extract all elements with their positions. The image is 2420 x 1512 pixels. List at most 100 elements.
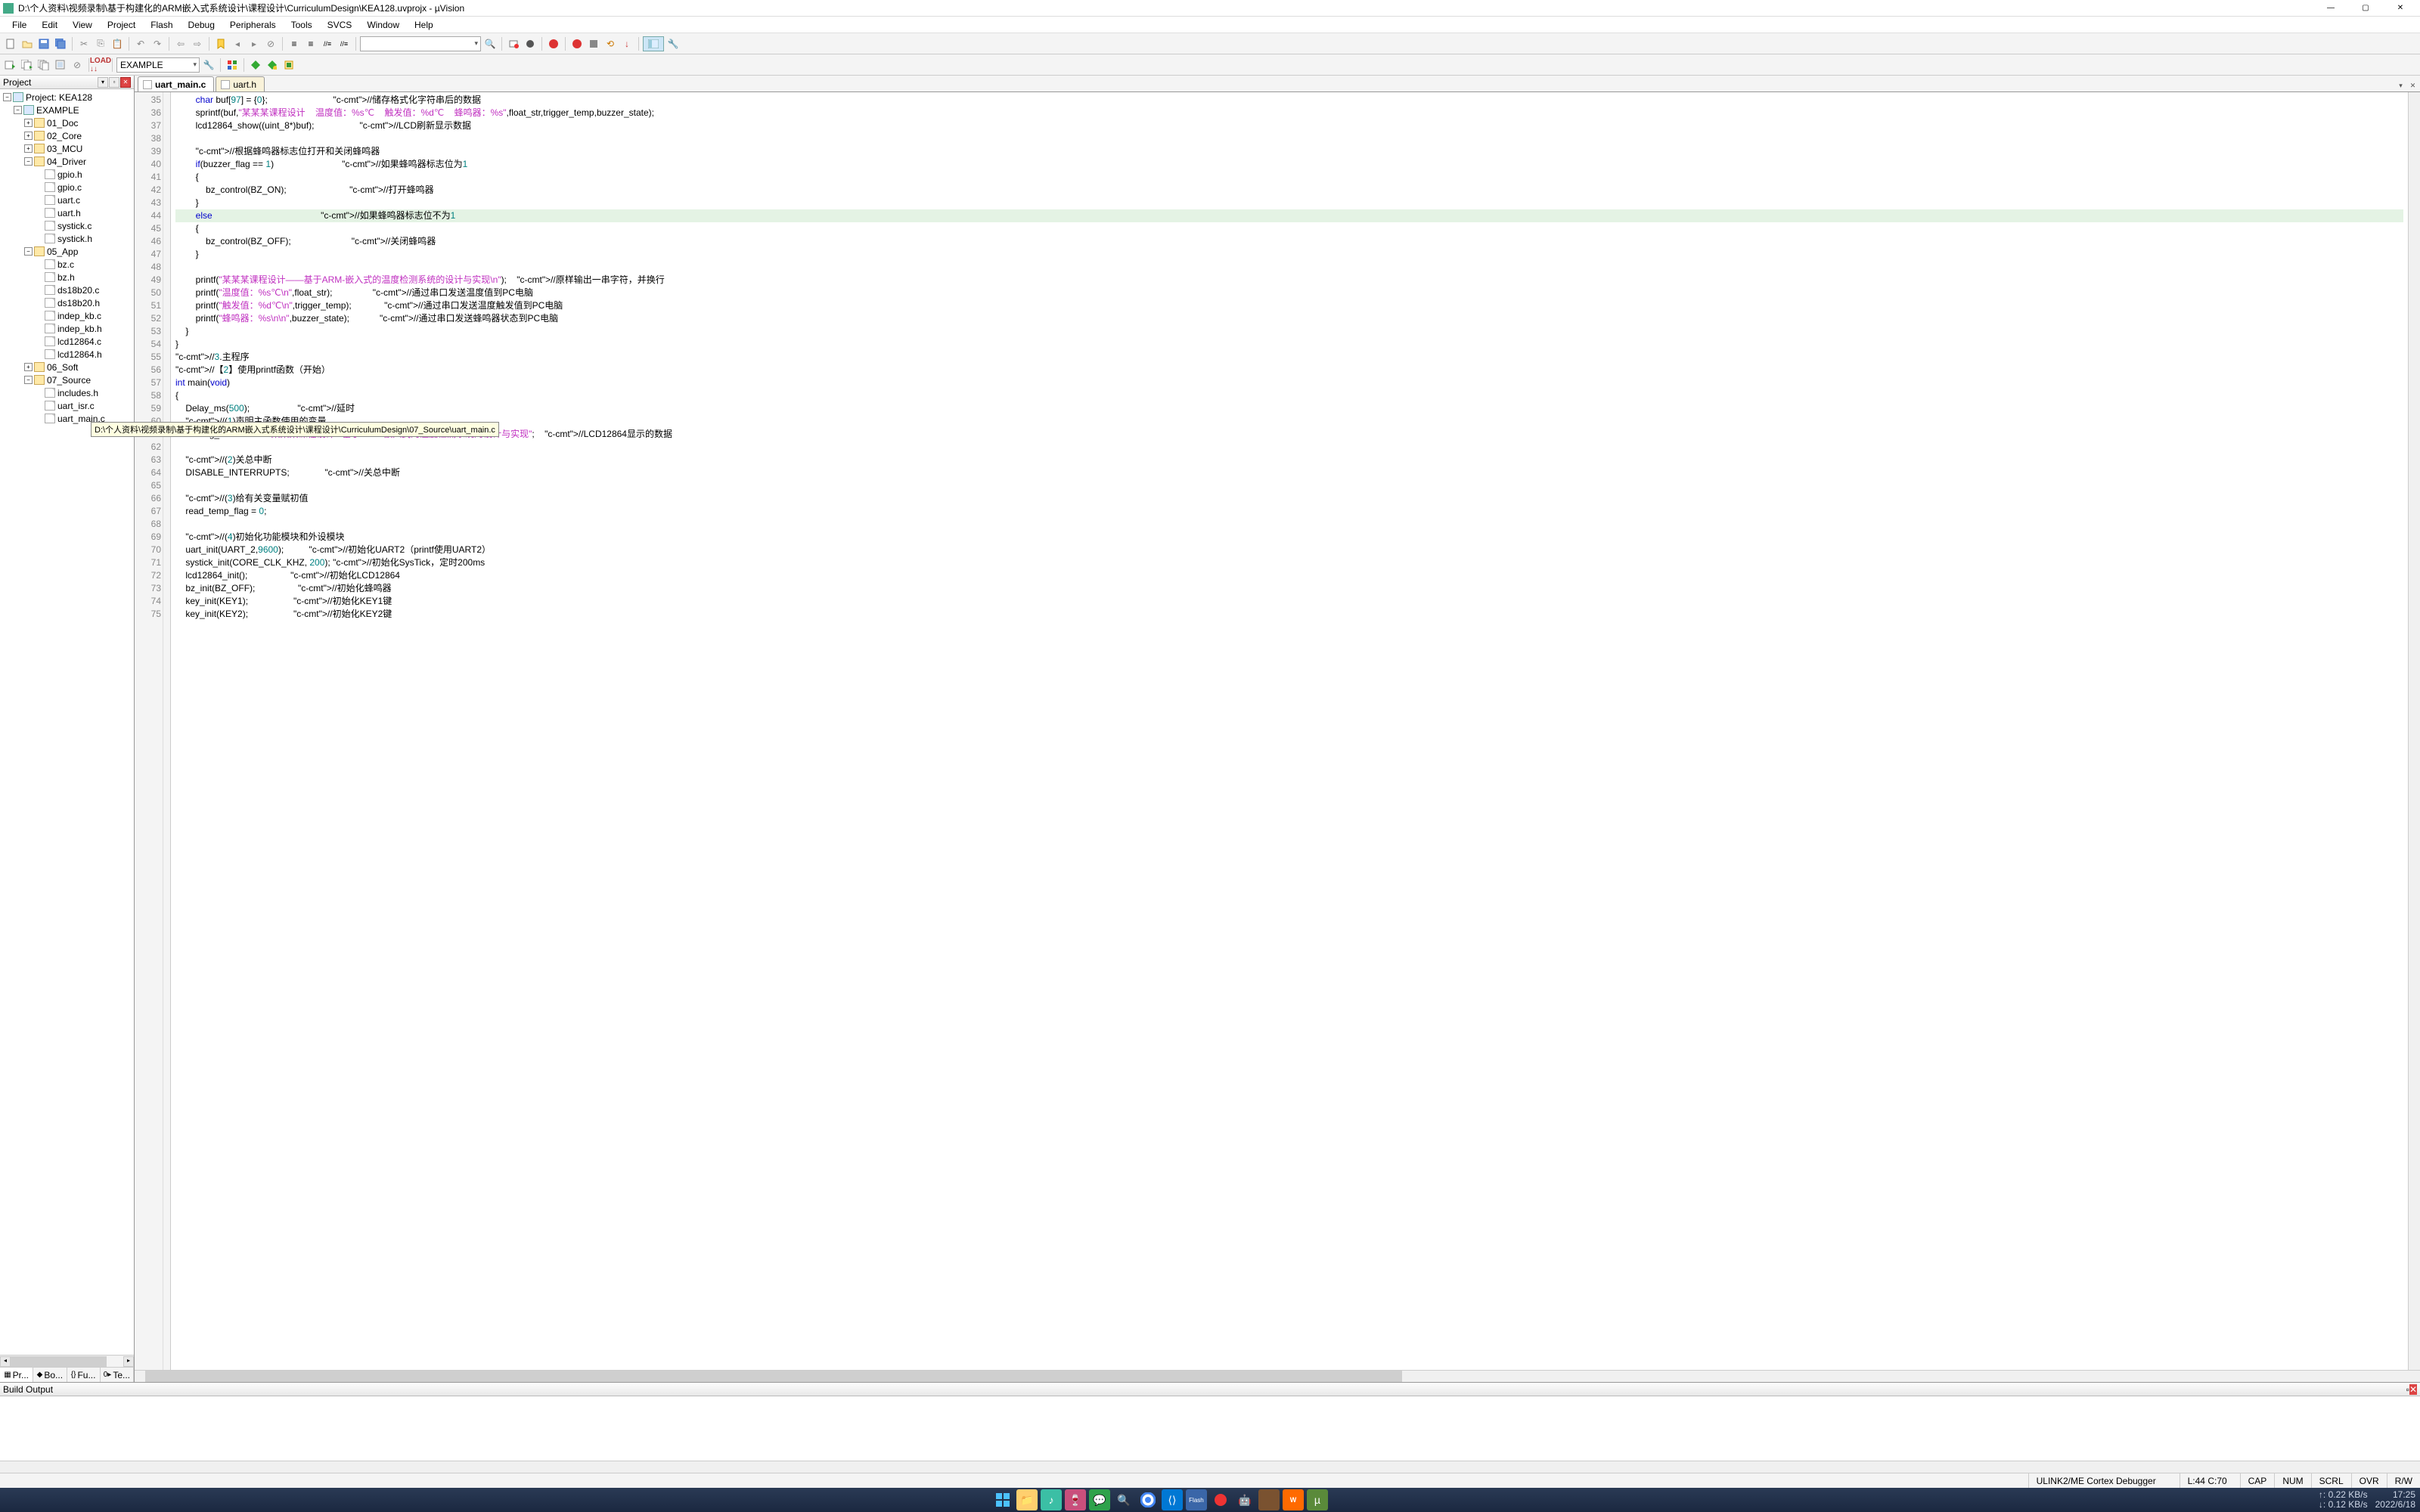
tree-folder-03_MCU[interactable]: +03_MCU — [0, 142, 134, 155]
code-line[interactable] — [175, 518, 2403, 531]
editor-vscrollbar[interactable] — [2408, 92, 2420, 1370]
tree-file-indep_kb-h[interactable]: indep_kb.h — [0, 322, 134, 335]
expand-toggle[interactable]: − — [24, 376, 33, 384]
code-line[interactable]: "c-cmt">//(4)初始化功能模块和外设模块 — [175, 531, 2403, 544]
tree-target[interactable]: −EXAMPLE — [0, 104, 134, 116]
pack-installer-button[interactable] — [281, 57, 296, 73]
code-line[interactable] — [175, 441, 2403, 454]
code-line[interactable]: read_temp_flag = 0; — [175, 505, 2403, 518]
search-combo[interactable] — [360, 36, 481, 51]
select-pack-button[interactable] — [265, 57, 280, 73]
tree-file-includes-h[interactable]: includes.h — [0, 386, 134, 399]
bookmark-prev-button[interactable]: ◂ — [230, 36, 245, 51]
code-editor[interactable]: 3536373839404142434445464748495051525354… — [135, 92, 2420, 1370]
tree-folder-02_Core[interactable]: +02_Core — [0, 129, 134, 142]
tab-dropdown-button[interactable]: ▾ — [2395, 80, 2406, 91]
taskbar-explorer-icon[interactable]: 📁 — [1016, 1489, 1038, 1510]
code-line[interactable]: } — [175, 325, 2403, 338]
bookmark-next-button[interactable]: ▸ — [247, 36, 262, 51]
cut-button[interactable]: ✂ — [76, 36, 92, 51]
scroll-thumb[interactable] — [11, 1356, 107, 1367]
stop-build-button[interactable]: ⊘ — [70, 57, 85, 73]
code-line[interactable]: bz_control(BZ_OFF); "c-cmt">//关闭蜂鸣器 — [175, 235, 2403, 248]
tree-file-gpio-c[interactable]: gpio.c — [0, 181, 134, 194]
expand-toggle[interactable]: + — [24, 119, 33, 127]
code-line[interactable]: } — [175, 248, 2403, 261]
tree-folder-04_Driver[interactable]: −04_Driver — [0, 155, 134, 168]
code-line[interactable] — [175, 132, 2403, 145]
editor-tab-uart-h[interactable]: uart.h — [216, 76, 265, 91]
code-line[interactable]: bz_init(BZ_OFF); "c-cmt">//初始化蜂鸣器 — [175, 582, 2403, 595]
redo-button[interactable]: ↷ — [150, 36, 165, 51]
tree-file-ds18b20-h[interactable]: ds18b20.h — [0, 296, 134, 309]
code-line[interactable]: } — [175, 197, 2403, 209]
scroll-track[interactable] — [11, 1356, 123, 1367]
save-all-button[interactable] — [53, 36, 68, 51]
tree-file-systick-h[interactable]: systick.h — [0, 232, 134, 245]
copy-button[interactable]: ⎘ — [93, 36, 108, 51]
taskbar-uvision-icon[interactable]: µ — [1307, 1489, 1328, 1510]
undo-button[interactable]: ↶ — [133, 36, 148, 51]
outdent-button[interactable]: ≡ — [303, 36, 318, 51]
taskbar-chrome-icon[interactable] — [1137, 1489, 1159, 1510]
translate-button[interactable] — [3, 57, 18, 73]
menu-tools[interactable]: Tools — [284, 18, 320, 32]
taskbar-search-icon[interactable]: 🔍 — [1113, 1489, 1134, 1510]
code-line[interactable]: char buf[97] = {0}; "c-cmt">//储存格式化字符串后的… — [175, 94, 2403, 107]
tree-file-uart-c[interactable]: uart.c — [0, 194, 134, 206]
taskbar-brown-app-icon[interactable] — [1258, 1489, 1280, 1510]
menu-edit[interactable]: Edit — [34, 18, 65, 32]
menu-flash[interactable]: Flash — [143, 18, 180, 32]
code-line[interactable] — [175, 479, 2403, 492]
open-file-button[interactable] — [20, 36, 35, 51]
code-line[interactable]: key_init(KEY1); "c-cmt">//初始化KEY1键 — [175, 595, 2403, 608]
code-line[interactable]: int main(void) — [175, 376, 2403, 389]
manage-components-button[interactable] — [225, 57, 240, 73]
manage-rte-button[interactable] — [248, 57, 263, 73]
uncomment-button[interactable]: //≡ — [337, 36, 352, 51]
rebuild-button[interactable] — [36, 57, 51, 73]
tree-file-lcd12864-h[interactable]: lcd12864.h — [0, 348, 134, 361]
code-line[interactable]: if(buzzer_flag == 1) "c-cmt">//如果蜂鸣器标志位为… — [175, 158, 2403, 171]
build-button[interactable] — [20, 57, 35, 73]
menu-help[interactable]: Help — [407, 18, 441, 32]
close-button[interactable]: ✕ — [2384, 1, 2417, 16]
clock[interactable]: 17:25 2022/6/18 — [2375, 1490, 2415, 1510]
code-line[interactable]: "c-cmt">//【2】使用printf函数（开始） — [175, 364, 2403, 376]
comment-button[interactable]: //≡ — [320, 36, 335, 51]
tab-templates[interactable]: 0▸ Te... — [101, 1368, 134, 1382]
target-options-button[interactable]: 🔧 — [201, 57, 216, 73]
code-line[interactable]: printf("温度值：%s℃\n",float_str); "c-cmt">/… — [175, 287, 2403, 299]
tree-folder-05_App[interactable]: −05_App — [0, 245, 134, 258]
tab-project[interactable]: ▦ Pr... — [0, 1368, 33, 1382]
panel-dropdown-button[interactable]: ▾ — [98, 77, 108, 88]
taskbar-jflash-icon[interactable]: Flash — [1186, 1489, 1207, 1510]
menu-file[interactable]: File — [5, 18, 34, 32]
code-line[interactable]: lcd12864_init(); "c-cmt">//初始化LCD12864 — [175, 569, 2403, 582]
taskbar-music-icon[interactable]: ♪ — [1041, 1489, 1062, 1510]
code-line[interactable]: bz_control(BZ_ON); "c-cmt">//打开蜂鸣器 — [175, 184, 2403, 197]
target-select-combo[interactable]: EXAMPLE — [116, 57, 200, 73]
start-debug-button[interactable] — [546, 36, 561, 51]
tab-close-button[interactable]: ✕ — [2407, 80, 2418, 91]
code-line[interactable]: } — [175, 338, 2403, 351]
bookmark-clear-button[interactable]: ⊘ — [263, 36, 278, 51]
menu-window[interactable]: Window — [359, 18, 407, 32]
tree-project-root[interactable]: −Project: KEA128 — [0, 91, 134, 104]
code-line[interactable]: sprintf(buf,"某某某课程设计 温度值：%s℃ 触发值：%d℃ 蜂鸣器… — [175, 107, 2403, 119]
menu-debug[interactable]: Debug — [181, 18, 222, 32]
tree-file-systick-c[interactable]: systick.c — [0, 219, 134, 232]
code-line[interactable]: printf("某某某课程设计——基于ARM-嵌入式的温度检测系统的设计与实现\… — [175, 274, 2403, 287]
code-line[interactable]: "c-cmt">//根据蜂鸣器标志位打开和关闭蜂鸣器 — [175, 145, 2403, 158]
nav-forward-button[interactable]: ⇨ — [190, 36, 205, 51]
debug-session-button[interactable] — [506, 36, 521, 51]
menu-peripherals[interactable]: Peripherals — [222, 18, 284, 32]
tree-file-uart-h[interactable]: uart.h — [0, 206, 134, 219]
code-line[interactable]: DISABLE_INTERRUPTS; "c-cmt">//关总中断 — [175, 466, 2403, 479]
tree-file-gpio-h[interactable]: gpio.h — [0, 168, 134, 181]
menu-project[interactable]: Project — [100, 18, 143, 32]
paste-button[interactable]: 📋 — [110, 36, 125, 51]
download-button[interactable]: LOAD↓↓ — [93, 57, 108, 73]
menu-view[interactable]: View — [65, 18, 100, 32]
project-tree[interactable]: −Project: KEA128−EXAMPLE+01_Doc+02_Core+… — [0, 89, 134, 1355]
